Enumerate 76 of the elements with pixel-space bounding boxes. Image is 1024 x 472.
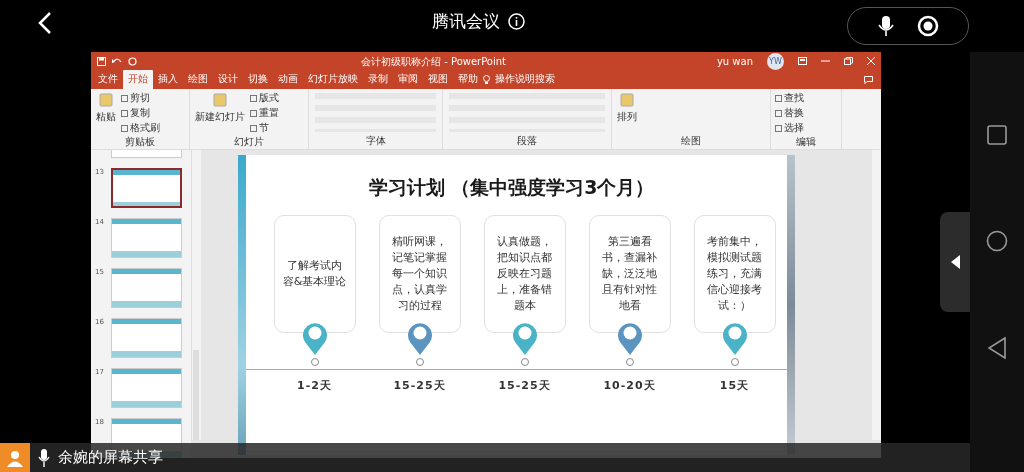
ribbon-small-button[interactable]: 节 <box>250 121 279 135</box>
ribbon-tab[interactable]: 绘图 <box>183 70 213 89</box>
user-avatar[interactable]: YW <box>767 52 784 70</box>
ribbon-tab[interactable]: 插入 <box>153 70 183 89</box>
duration-label: 10-20天 <box>603 378 656 393</box>
group-label: 幻灯片 <box>233 135 265 149</box>
info-icon[interactable] <box>508 13 525 30</box>
group-label: 字体 <box>364 134 387 148</box>
step-text: 第三遍看书，查漏补缺，泛泛地且有针对性地看 <box>601 234 658 314</box>
group-label: 绘图 <box>680 134 702 148</box>
slide-title: 学习计划 （集中强度学习3个月） <box>367 175 656 200</box>
command-icon <box>212 92 228 108</box>
ribbon-tab[interactable]: 设计 <box>213 70 243 89</box>
ribbon-display-icon[interactable] <box>798 57 807 65</box>
record-icon[interactable] <box>916 15 939 37</box>
tell-me-search[interactable]: 操作说明搜索 <box>490 70 560 89</box>
user-name: yu wan <box>716 55 753 67</box>
ribbon-large-button[interactable]: 排列 <box>616 91 638 134</box>
command-icon <box>619 92 635 108</box>
ribbon-small-button[interactable]: 剪切 <box>121 91 160 105</box>
ribbon-tab[interactable]: 幻灯片放映 <box>303 70 363 89</box>
side-panel-tab[interactable] <box>940 212 970 312</box>
duration-label: 15-25天 <box>393 378 446 393</box>
ribbon-small-button[interactable]: 查找 <box>775 91 804 105</box>
close-icon[interactable] <box>867 57 875 65</box>
group-label: 编辑 <box>795 135 817 149</box>
step-text: 认真做题，把知识点都反映在习题上，准备错题本 <box>496 234 553 314</box>
save-icon[interactable] <box>97 56 106 66</box>
ribbon-large-button[interactable]: 粘贴 <box>95 91 117 135</box>
collapse-arrow-icon <box>950 255 960 269</box>
back-icon[interactable] <box>38 11 52 35</box>
undo-icon[interactable] <box>112 56 122 66</box>
ribbon-tab[interactable]: 切换 <box>243 70 273 89</box>
ribbon-large-button[interactable]: 新建幻灯片 <box>194 91 246 135</box>
person-icon <box>0 443 30 472</box>
step-text: 精听网课，记笔记掌握每一个知识点，认真学习的过程 <box>391 234 448 314</box>
ribbon-small-button[interactable]: 复制 <box>121 106 160 120</box>
timeline-dot <box>730 358 739 366</box>
group-label: 段落 <box>516 134 538 148</box>
step-text: 考前集中，模拟测试题练习，充满信心迎接考试：） <box>706 234 763 314</box>
timeline-dot <box>520 358 529 366</box>
scrollbar[interactable] <box>872 150 881 440</box>
ribbon-small-button[interactable]: 版式 <box>250 91 279 105</box>
ribbon-small-button[interactable]: 格式刷 <box>121 121 160 135</box>
back-triangle-icon[interactable] <box>988 337 1006 360</box>
window-title: 会计初级职称介绍 - PowerPoint <box>361 55 507 69</box>
ribbon-tab[interactable]: 动画 <box>273 70 303 89</box>
restore-icon[interactable] <box>844 57 853 65</box>
timeline-dot <box>415 358 424 366</box>
microphone-icon <box>38 448 50 467</box>
screen-share-label: 余婉的屏幕共享 <box>58 448 163 467</box>
duration-label: 15-25天 <box>498 378 551 393</box>
recents-icon[interactable] <box>987 124 1007 145</box>
step-text: 了解考试内容&基本理论 <box>282 258 347 290</box>
ribbon-tab[interactable]: 录制 <box>363 70 393 89</box>
meeting-title: 腾讯会议 <box>432 10 500 33</box>
group-label: 剪贴板 <box>124 135 156 149</box>
ribbon-tab[interactable]: 视图 <box>423 70 453 89</box>
ribbon-small-button[interactable]: 重置 <box>250 106 279 120</box>
ribbon-small-button[interactable]: 替换 <box>775 106 804 120</box>
command-icon <box>98 92 114 108</box>
duration-label: 15天 <box>719 378 750 393</box>
timeline-dot <box>310 358 319 366</box>
microphone-icon[interactable] <box>877 15 894 37</box>
ribbon-tab[interactable]: 帮助 <box>453 70 483 89</box>
lightbulb-icon <box>483 75 490 84</box>
ribbon-small-button[interactable]: 选择 <box>775 121 804 135</box>
home-icon[interactable] <box>986 230 1008 252</box>
ribbon-tab[interactable]: 文件 <box>93 70 123 89</box>
ribbon-tab[interactable]: 开始 <box>123 70 153 89</box>
comment-icon[interactable] <box>864 75 873 84</box>
ribbon-tab[interactable]: 审阅 <box>393 70 423 89</box>
redo-icon[interactable] <box>128 56 137 66</box>
duration-label: 1-2天 <box>297 378 332 393</box>
timeline-dot <box>625 358 634 366</box>
slide-thumbnail[interactable] <box>111 168 182 208</box>
